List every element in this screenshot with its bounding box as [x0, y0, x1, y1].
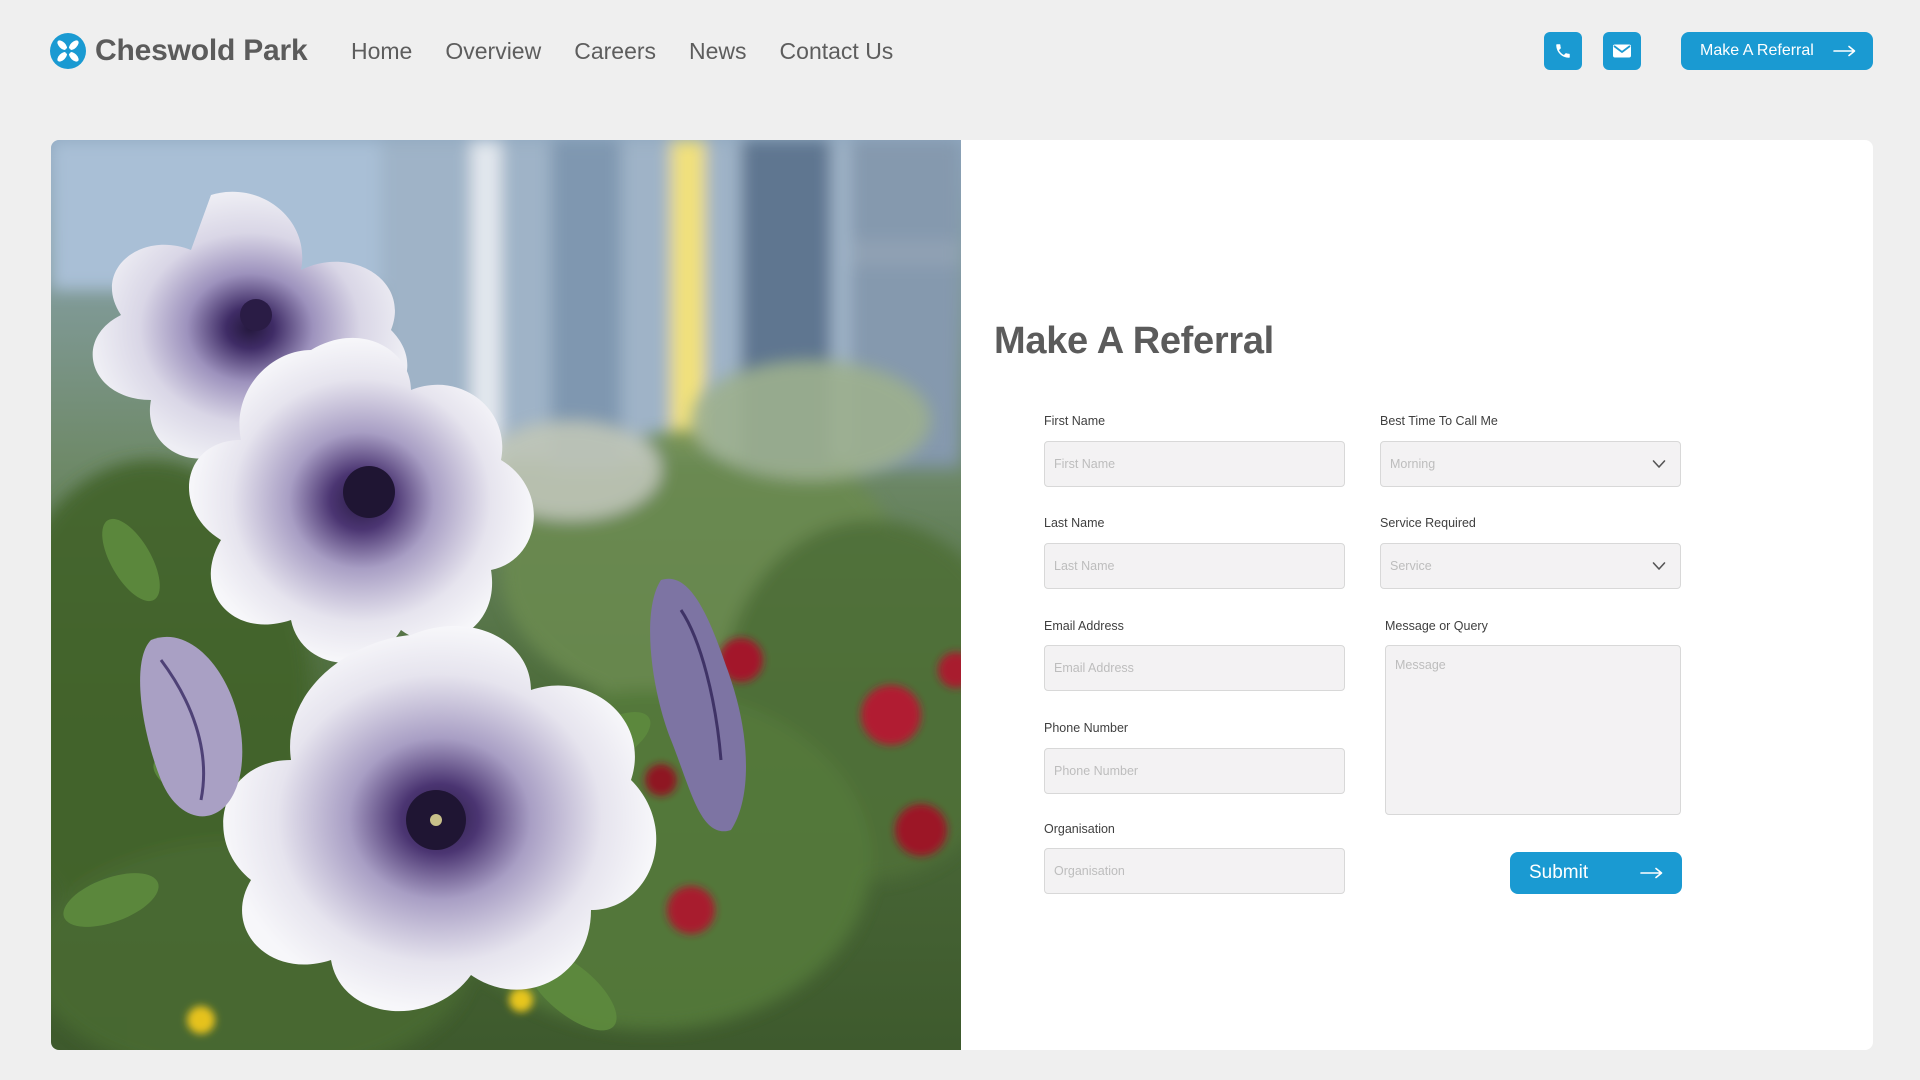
form-title: Make A Referral [994, 320, 1274, 362]
brand-name: Cheswold Park [95, 34, 308, 67]
petunia-flowers-photo [51, 140, 961, 1050]
submit-button[interactable]: Submit [1510, 852, 1682, 894]
email-input[interactable] [1044, 645, 1345, 691]
last-name-label: Last Name [1044, 516, 1105, 530]
chevron-down-icon [1652, 562, 1666, 570]
referral-card [51, 140, 1873, 1050]
make-referral-header-label: Make A Referral [1700, 42, 1814, 59]
nav-item-contact-us[interactable]: Contact Us [780, 38, 894, 65]
email-label: Email Address [1044, 619, 1124, 633]
first-name-input[interactable] [1044, 441, 1345, 487]
nav-item-news[interactable]: News [689, 38, 747, 65]
message-textarea[interactable] [1385, 645, 1681, 815]
phone-number-input[interactable] [1044, 748, 1345, 794]
message-label: Message or Query [1385, 619, 1488, 633]
nav-item-overview[interactable]: Overview [445, 38, 541, 65]
organisation-label: Organisation [1044, 822, 1115, 836]
phone-button[interactable] [1544, 32, 1582, 70]
arrow-right-icon [1640, 867, 1663, 879]
phone-number-label: Phone Number [1044, 721, 1129, 735]
main-nav: Home Overview Careers News Contact Us [351, 38, 926, 65]
chevron-down-icon [1652, 460, 1666, 468]
submit-label: Submit [1529, 862, 1589, 883]
service-required-select[interactable]: Service [1380, 543, 1681, 589]
service-required-label: Service Required [1380, 516, 1476, 530]
site-header: Cheswold Park Home Overview Careers News… [0, 0, 1920, 104]
mail-button[interactable] [1603, 32, 1641, 70]
best-time-label: Best Time To Call Me [1380, 414, 1498, 428]
brand-logo-icon [50, 33, 86, 69]
mail-icon [1613, 44, 1631, 58]
make-referral-header-button[interactable]: Make A Referral [1681, 32, 1873, 70]
last-name-input[interactable] [1044, 543, 1345, 589]
best-time-select[interactable]: Morning [1380, 441, 1681, 487]
phone-icon [1556, 44, 1570, 58]
organisation-input[interactable] [1044, 848, 1345, 894]
brand-logo[interactable]: Cheswold Park [50, 33, 308, 69]
service-required-value: Service [1390, 559, 1432, 573]
nav-item-careers[interactable]: Careers [574, 38, 656, 65]
first-name-label: First Name [1044, 414, 1106, 428]
nav-item-home[interactable]: Home [351, 38, 412, 65]
best-time-value: Morning [1390, 457, 1436, 471]
arrow-right-icon [1833, 45, 1856, 57]
